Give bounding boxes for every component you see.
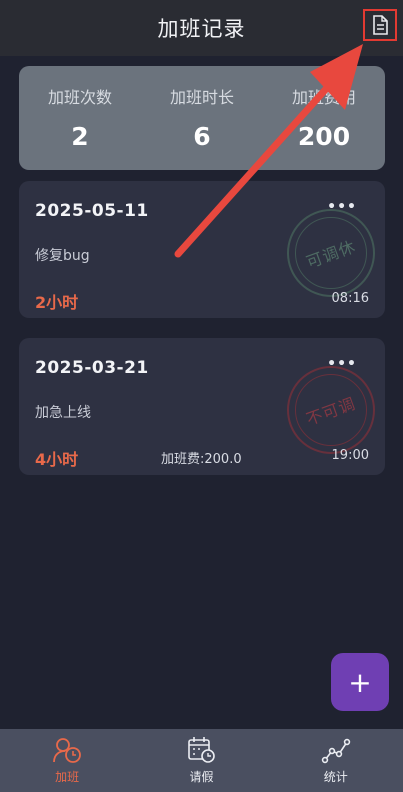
record-description: 加急上线	[35, 405, 91, 421]
record-fee: 加班费:200.0	[161, 452, 242, 467]
summary-fee: 加班费用 200	[264, 84, 384, 151]
line-chart-icon	[321, 738, 351, 764]
record-hours: 4小时	[35, 450, 79, 469]
page-title: 加班记录	[157, 17, 246, 41]
summary-panel: 加班次数 2 加班时长 6 加班费用 200	[19, 66, 385, 170]
bottom-tab-bar: 加班 请假 统计	[0, 729, 403, 792]
summary-label: 加班时长	[169, 88, 234, 107]
tab-leave[interactable]: 请假	[146, 736, 256, 785]
record-card[interactable]: 不可调 2025-03-21 ••• 加急上线 4小时 加班费:200.0 19…	[19, 338, 385, 475]
tab-statistics[interactable]: 统计	[281, 736, 391, 785]
summary-value: 200	[297, 122, 351, 151]
document-button[interactable]	[363, 9, 397, 41]
document-icon	[373, 15, 388, 35]
overtime-icon	[53, 738, 82, 763]
record-date: 2025-05-11	[35, 201, 149, 221]
tab-label: 统计	[323, 770, 348, 784]
stamp-text: 可调休	[304, 236, 359, 273]
summary-value: 2	[71, 122, 89, 151]
app-header: 加班记录	[0, 0, 403, 56]
summary-value: 6	[193, 122, 211, 151]
tab-overtime[interactable]: 加班	[12, 736, 122, 785]
tab-label: 请假	[189, 770, 214, 784]
summary-label: 加班次数	[47, 88, 112, 107]
record-time: 19:00	[331, 448, 369, 463]
calendar-clock-icon	[188, 737, 216, 763]
summary-count: 加班次数 2	[20, 84, 140, 151]
record-card[interactable]: 可调休 2025-05-11 ••• 修复bug 2小时 08:16	[19, 181, 385, 318]
summary-duration: 加班时长 6	[142, 84, 262, 151]
record-time: 08:16	[331, 291, 369, 306]
tab-label: 加班	[55, 770, 80, 784]
more-options-button[interactable]: •••	[327, 199, 357, 215]
record-hours: 2小时	[35, 293, 79, 312]
summary-label: 加班费用	[291, 88, 356, 107]
stamp-mark: 不可调	[287, 366, 375, 454]
more-options-button[interactable]: •••	[327, 356, 357, 372]
stamp-mark: 可调休	[287, 209, 375, 297]
record-description: 修复bug	[35, 248, 90, 264]
add-record-button[interactable]: +	[331, 653, 389, 711]
record-date: 2025-03-21	[35, 358, 149, 378]
stamp-text: 不可调	[304, 393, 359, 430]
